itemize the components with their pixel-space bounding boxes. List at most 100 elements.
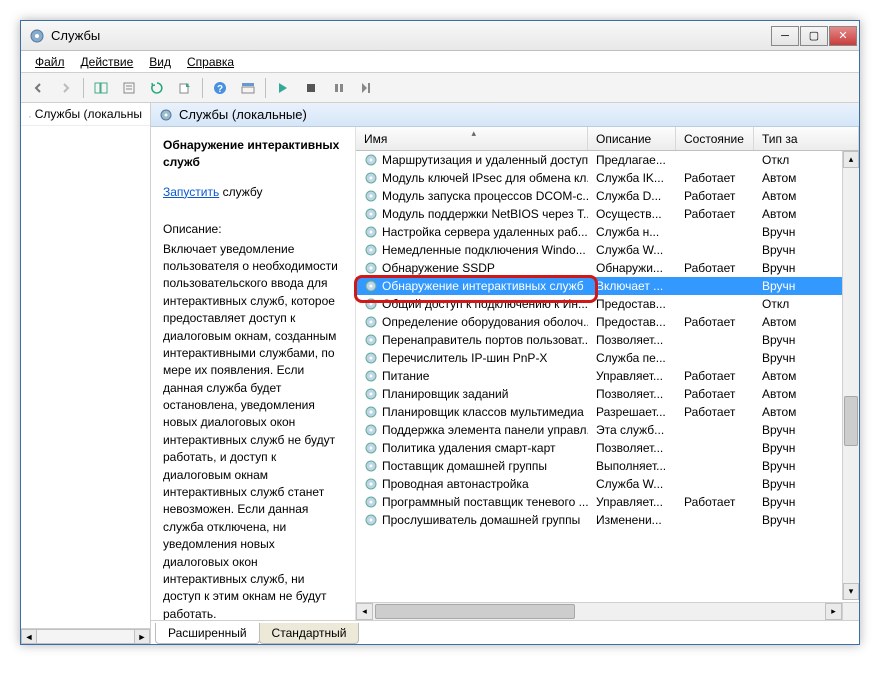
service-row[interactable]: Общий доступ к подключению к Ин...Предос… (356, 295, 859, 313)
scroll-down-icon[interactable]: ▾ (843, 583, 859, 600)
service-name: Политика удаления смарт-карт (382, 441, 556, 455)
scroll-corner (842, 602, 859, 620)
service-row[interactable]: Перенаправитель портов пользоват...Позво… (356, 331, 859, 349)
service-description: Служба D... (588, 189, 676, 203)
menu-view[interactable]: Вид (141, 53, 179, 71)
service-row[interactable]: Определение оборудования оболоч...Предос… (356, 313, 859, 331)
service-name: Определение оборудования оболоч... (382, 315, 588, 329)
gear-icon (364, 207, 378, 221)
service-row[interactable]: Настройка сервера удаленных раб...Служба… (356, 223, 859, 241)
service-state: Работает (676, 207, 754, 221)
gear-icon (364, 405, 378, 419)
column-state[interactable]: Состояние (676, 127, 754, 150)
service-description: Позволяет... (588, 387, 676, 401)
gear-icon (364, 369, 378, 383)
column-startup-type[interactable]: Тип за (754, 127, 859, 150)
service-row[interactable]: Планировщик классов мультимедиаРазрешает… (356, 403, 859, 421)
service-row[interactable]: Поставщик домашней группыВыполняет...Вру… (356, 457, 859, 475)
service-description: Управляет... (588, 369, 676, 383)
service-name: Модуль поддержки NetBIOS через T... (382, 207, 588, 221)
minimize-button[interactable]: ─ (771, 26, 799, 46)
detail-panel: Обнаружение интерактивных служб Запустит… (151, 127, 356, 620)
service-description: Управляет... (588, 495, 676, 509)
service-state: Работает (676, 315, 754, 329)
scroll-right-icon[interactable]: ▸ (825, 603, 842, 620)
properties-button[interactable] (118, 77, 140, 99)
service-description: Служба W... (588, 477, 676, 491)
service-row[interactable]: Проводная автонастройкаСлужба W...Вручн (356, 475, 859, 493)
stop-service-button[interactable] (300, 77, 322, 99)
scroll-right-icon[interactable]: ► (134, 629, 150, 644)
column-description[interactable]: Описание (588, 127, 676, 150)
service-name: Планировщик классов мультимедиа (382, 405, 584, 419)
nav-services-local[interactable]: Службы (локальны (21, 103, 150, 126)
gear-icon (364, 495, 378, 509)
refresh-button[interactable] (146, 77, 168, 99)
back-button[interactable] (27, 77, 49, 99)
service-row[interactable]: Обнаружение SSDPОбнаружи...РаботаетВручн (356, 259, 859, 277)
main-header-title: Службы (локальные) (179, 107, 307, 122)
action-panel-button[interactable] (237, 77, 259, 99)
service-description: Служба пе... (588, 351, 676, 365)
scroll-left-icon[interactable]: ◂ (356, 603, 373, 620)
titlebar[interactable]: Службы ─ ▢ ✕ (21, 21, 859, 51)
service-row[interactable]: Обнаружение интерактивных службВключает … (356, 277, 859, 295)
service-description: Выполняет... (588, 459, 676, 473)
tab-standard[interactable]: Стандартный (259, 623, 360, 644)
nav-horizontal-scrollbar[interactable]: ◄ ► (21, 628, 150, 644)
vertical-scrollbar[interactable]: ▴ ▾ (842, 151, 859, 600)
menu-help[interactable]: Справка (179, 53, 242, 71)
service-state: Работает (676, 369, 754, 383)
service-row[interactable]: Модуль поддержки NetBIOS через T...Осуще… (356, 205, 859, 223)
maximize-button[interactable]: ▢ (800, 26, 828, 46)
service-name: Обнаружение SSDP (382, 261, 495, 275)
start-service-button[interactable] (272, 77, 294, 99)
column-name[interactable]: Имя▴ (356, 127, 588, 150)
gear-icon (364, 351, 378, 365)
gear-icon (364, 171, 378, 185)
service-name: Перенаправитель портов пользоват... (382, 333, 588, 347)
scroll-left-icon[interactable]: ◄ (21, 629, 37, 644)
show-hide-tree-button[interactable] (90, 77, 112, 99)
forward-button[interactable] (55, 77, 77, 99)
service-state: Работает (676, 495, 754, 509)
service-rows: Маршрутизация и удаленный доступПредлага… (356, 151, 859, 620)
gear-icon (364, 315, 378, 329)
service-row[interactable]: Политика удаления смарт-картПозволяет...… (356, 439, 859, 457)
gear-icon (29, 107, 31, 121)
start-service-link[interactable]: Запустить (163, 185, 219, 199)
close-button[interactable]: ✕ (829, 26, 857, 46)
service-description: Обнаружи... (588, 261, 676, 275)
help-button[interactable]: ? (209, 77, 231, 99)
column-headers: Имя▴ Описание Состояние Тип за (356, 127, 859, 151)
service-row[interactable]: Планировщик заданийПозволяет...РаботаетА… (356, 385, 859, 403)
scroll-thumb[interactable] (375, 604, 575, 619)
service-row[interactable]: Поддержка элемента панели управл...Эта с… (356, 421, 859, 439)
scroll-up-icon[interactable]: ▴ (843, 151, 859, 168)
gear-icon (364, 459, 378, 473)
service-row[interactable]: Маршрутизация и удаленный доступПредлага… (356, 151, 859, 169)
restart-service-button[interactable] (356, 77, 378, 99)
service-row[interactable]: Модуль запуска процессов DCOM-с...Служба… (356, 187, 859, 205)
tab-extended[interactable]: Расширенный (155, 623, 260, 644)
service-row[interactable]: Немедленные подключения Windo...Служба W… (356, 241, 859, 259)
scroll-thumb[interactable] (844, 396, 858, 446)
menu-file[interactable]: Файл (27, 53, 73, 71)
service-description: Служба IK... (588, 171, 676, 185)
menu-action[interactable]: Действие (73, 53, 142, 71)
selected-service-name: Обнаружение интерактивных служб (163, 137, 343, 172)
export-button[interactable] (174, 77, 196, 99)
gear-icon (364, 333, 378, 347)
service-row[interactable]: ПитаниеУправляет...РаботаетАвтом (356, 367, 859, 385)
service-name: Общий доступ к подключению к Ин... (382, 297, 588, 311)
horizontal-scrollbar[interactable]: ◂ ▸ (356, 602, 842, 620)
service-row[interactable]: Перечислитель IP-шин PnP-XСлужба пе...Вр… (356, 349, 859, 367)
service-description: Изменени... (588, 513, 676, 527)
pause-service-button[interactable] (328, 77, 350, 99)
scroll-track[interactable] (37, 629, 134, 644)
nav-item-label: Службы (локальны (35, 107, 142, 121)
gear-icon (159, 108, 173, 122)
service-row[interactable]: Прослушиватель домашней группыИзменени..… (356, 511, 859, 529)
service-row[interactable]: Модуль ключей IPsec для обмена кл...Служ… (356, 169, 859, 187)
service-row[interactable]: Программный поставщик теневого ...Управл… (356, 493, 859, 511)
